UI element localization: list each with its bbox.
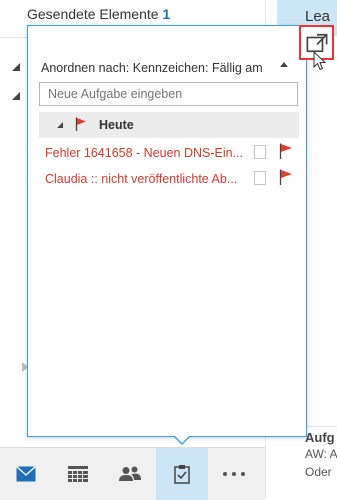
- tasks-peek-panel: Anordnen nach: Kennzeichen: Fällig am He…: [27, 25, 324, 437]
- flag-icon: [75, 117, 86, 131]
- group-label: Heute: [99, 118, 134, 132]
- folder-label: Gesendete Elemente: [27, 6, 159, 22]
- reading-pane-subject: Aufg: [305, 430, 335, 445]
- more-icon: [223, 472, 245, 476]
- nav-more[interactable]: [208, 448, 260, 500]
- task-group-today[interactable]: Heute: [39, 112, 299, 138]
- expand-icon[interactable]: [57, 122, 63, 128]
- task-complete-checkbox[interactable]: [254, 145, 266, 159]
- reading-pane-title: Lea: [305, 8, 331, 25]
- navigation-bar: [0, 447, 265, 500]
- task-title: Claudia :: nicht veröffentlichte Ab...: [45, 172, 238, 186]
- reading-pane-line: AW: Au: [305, 447, 337, 461]
- nav-mail[interactable]: [0, 448, 52, 500]
- expand-icon[interactable]: [12, 63, 20, 71]
- flag-icon[interactable]: [279, 169, 293, 185]
- calendar-icon: [68, 466, 88, 482]
- folder-item-sent[interactable]: Gesendete Elemente 1: [27, 6, 170, 22]
- expand-icon[interactable]: [12, 92, 20, 100]
- new-task-input[interactable]: [39, 82, 298, 106]
- task-complete-checkbox[interactable]: [254, 171, 266, 185]
- nav-calendar[interactable]: [52, 448, 104, 500]
- arrange-by-label: Anordnen nach: Kennzeichen: Fällig am: [41, 61, 263, 75]
- task-item[interactable]: Claudia :: nicht veröffentlichte Ab...: [28, 168, 306, 192]
- nav-tasks[interactable]: [156, 448, 208, 500]
- mouse-cursor-icon: [313, 51, 327, 71]
- folder-unread-count: 1: [162, 6, 171, 22]
- task-item[interactable]: Fehler 1641658 - Neuen DNS-Ein...: [28, 142, 306, 166]
- sort-caret-icon[interactable]: [280, 62, 288, 67]
- reading-pane-line: Oder: [305, 465, 332, 479]
- flag-icon[interactable]: [279, 143, 293, 159]
- people-icon: [119, 466, 141, 481]
- mail-icon: [16, 466, 36, 482]
- nav-people[interactable]: [104, 448, 156, 500]
- task-title: Fehler 1641658 - Neuen DNS-Ein...: [45, 146, 244, 160]
- arrange-by-dropdown[interactable]: Anordnen nach: Kennzeichen: Fällig am: [41, 61, 300, 83]
- peek-pointer-inner: [174, 435, 190, 443]
- tasks-icon: [174, 465, 190, 484]
